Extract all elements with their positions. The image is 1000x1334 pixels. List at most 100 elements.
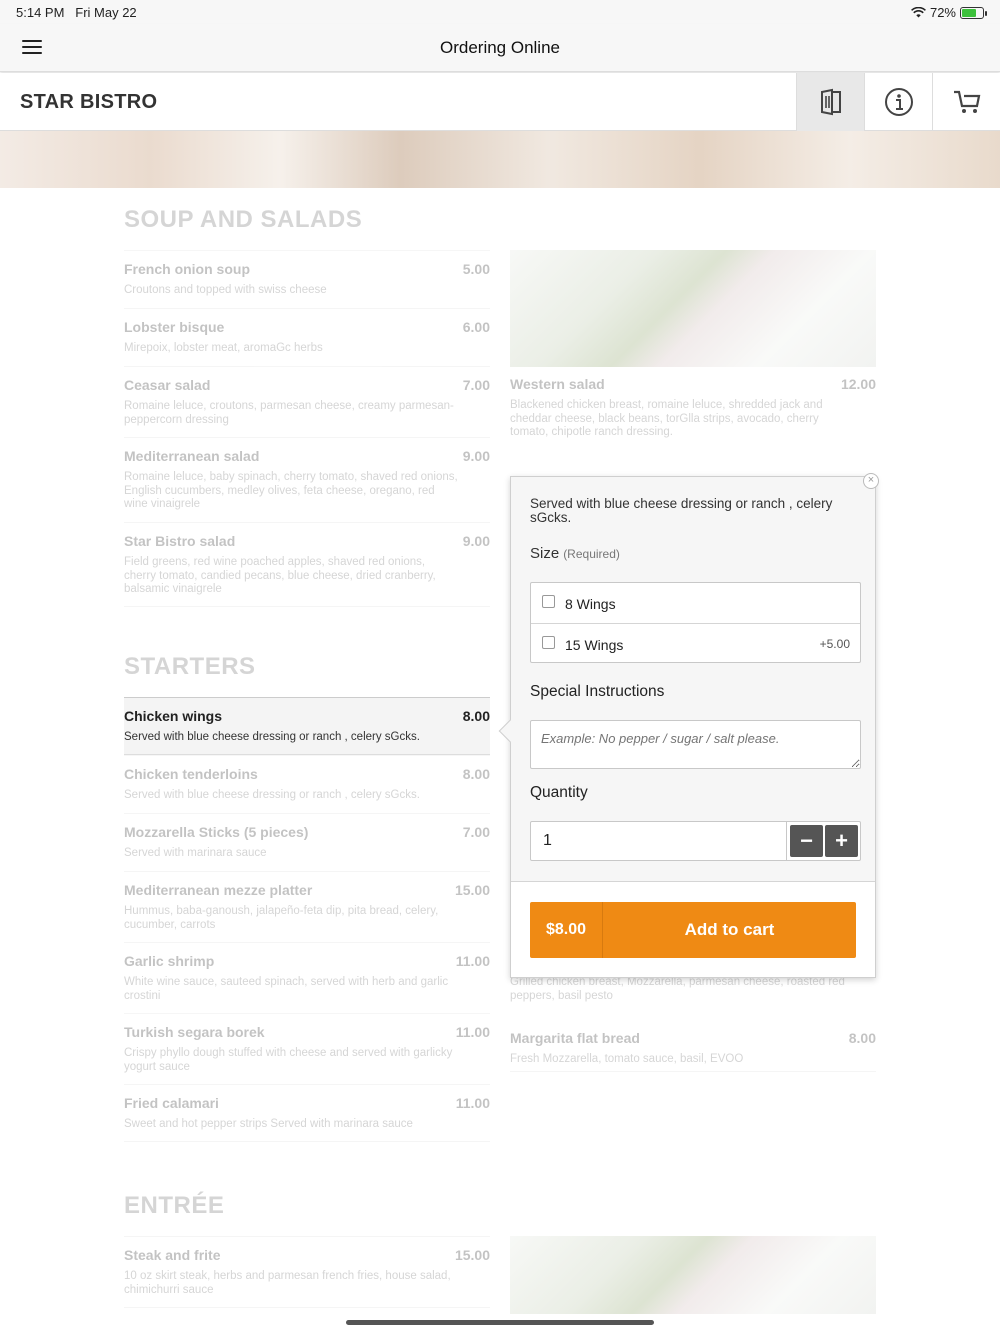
tab-info[interactable] <box>864 73 932 131</box>
special-instructions-label: Special Instructions <box>530 683 665 700</box>
item-desc: Croutons and topped with swiss cheese <box>124 284 327 296</box>
add-to-cart-label: Add to cart <box>684 920 775 939</box>
option-price: +5.00 <box>819 637 850 651</box>
item-price: 8.00 <box>462 708 490 724</box>
item-desc: Served with marinara sauce <box>124 847 267 859</box>
item-name: Steak and frite <box>124 1247 221 1263</box>
item-name: French onion soup <box>124 261 250 277</box>
divider <box>786 822 787 860</box>
nav-bar: Ordering Online <box>0 24 1000 72</box>
required-tag: (Required) <box>563 547 620 561</box>
item-price: 8.00 <box>462 766 490 782</box>
checkbox[interactable] <box>542 595 555 608</box>
section-title-soup: SOUP AND SALADS <box>124 206 363 233</box>
menu-item[interactable]: Lobster bisque 6.00 Mirepoix, lobster me… <box>124 308 490 366</box>
increment-button[interactable]: + <box>825 825 858 857</box>
steak-photo <box>510 1236 876 1314</box>
item-desc: White wine sauce, sauteed spinach, serve… <box>124 976 449 1002</box>
item-price: 12.00 <box>840 376 876 392</box>
item-price: 9.00 <box>462 448 490 464</box>
option-label: 15 Wings <box>565 637 624 653</box>
menu-item-selected[interactable]: Chicken wings 8.00 Served with blue chee… <box>124 697 490 755</box>
tab-menu[interactable] <box>796 73 864 131</box>
item-price: 7.00 <box>462 824 490 840</box>
restaurant-name: STAR BISTRO <box>20 91 158 113</box>
item-price: 9.00 <box>462 533 490 549</box>
menu-item[interactable]: Chicken tenderloins 8.00 Served with blu… <box>124 755 490 813</box>
size-label: Size (Required) <box>530 545 620 562</box>
item-price: 15.00 <box>454 882 490 898</box>
quantity-value[interactable]: 1 <box>543 832 552 850</box>
item-name: Mediterranean mezze platter <box>124 882 313 898</box>
size-options: 8 Wings 15 Wings +5.00 <box>530 582 861 663</box>
section-title-starters: STARTERS <box>124 653 256 680</box>
item-desc: Served with blue cheese dressing or ranc… <box>124 731 420 743</box>
item-desc: Mirepoix, lobster meat, aromaGc herbs <box>124 342 323 354</box>
item-name: Turkish segara borek <box>124 1024 265 1040</box>
wifi-icon <box>911 7 926 18</box>
battery-icon <box>960 6 987 19</box>
banner-image <box>0 131 1000 188</box>
menu-item[interactable]: Mediterranean mezze platter 15.00 Hummus… <box>124 871 490 942</box>
menu-item[interactable]: Turkish segara borek 11.00 Crispy phyllo… <box>124 1013 490 1084</box>
tab-cart[interactable] <box>932 73 1000 131</box>
close-icon[interactable]: × <box>863 473 879 489</box>
battery-percent: 72% <box>929 5 956 20</box>
restaurant-header: STAR BISTRO <box>0 73 1000 131</box>
item-price: 8.00 <box>848 1030 876 1046</box>
item-name: Mozzarella Sticks (5 pieces) <box>124 824 309 840</box>
status-time: 5:14 PM Fri May 22 <box>16 5 137 20</box>
menu-book-icon <box>820 88 841 116</box>
info-icon <box>884 88 913 116</box>
size-option-8-wings[interactable]: 8 Wings <box>531 583 860 623</box>
menu-item[interactable]: Mediterranean salad 9.00 Romaine leluce,… <box>124 437 490 522</box>
item-price: 11.00 <box>455 1024 490 1040</box>
menu-item[interactable]: Western salad 12.00 Blackened chicken br… <box>510 366 876 454</box>
special-instructions-input[interactable] <box>530 720 861 769</box>
home-indicator[interactable] <box>346 1320 654 1325</box>
item-name: Star Bistro salad <box>124 533 236 549</box>
option-label: 8 Wings <box>565 596 616 612</box>
item-name: Western salad <box>510 376 605 392</box>
item-price: 6.00 <box>462 319 490 335</box>
item-name: Ceasar salad <box>124 377 211 393</box>
checkbox[interactable] <box>542 636 555 649</box>
item-desc: Romaine leluce, baby spinach, cherry tom… <box>124 471 458 510</box>
item-desc: Crispy phyllo dough stuffed with cheese … <box>124 1047 453 1073</box>
item-desc: Romaine leluce, croutons, parmesan chees… <box>124 400 454 426</box>
item-description: Served with blue cheese dressing or ranc… <box>530 496 833 525</box>
menu-item[interactable]: Ceasar salad 7.00 Romaine leluce, crouto… <box>124 366 490 437</box>
menu-item[interactable]: Garlic shrimp 11.00 White wine sauce, sa… <box>124 942 490 1013</box>
salad-photo <box>510 250 876 367</box>
decrement-button[interactable]: − <box>790 825 823 857</box>
item-price: 11.00 <box>455 953 490 969</box>
menu-item[interactable]: Fried calamari 11.00 Sweet and hot peppe… <box>124 1084 490 1142</box>
item-name: Lobster bisque <box>124 319 225 335</box>
item-desc: Field greens, red wine poached apples, s… <box>124 556 436 595</box>
item-desc: Grilled chicken breast, Mozzarella, parm… <box>510 976 845 1002</box>
item-name: Garlic shrimp <box>124 953 215 969</box>
item-desc: 10 oz skirt steak, herbs and parmesan fr… <box>124 1270 451 1296</box>
status-bar: 5:14 PM Fri May 22 72% <box>0 0 1000 24</box>
item-name: Chicken tenderloins <box>124 766 258 782</box>
item-price: 15.00 <box>454 1247 490 1263</box>
menu-item[interactable]: French onion soup 5.00 Croutons and topp… <box>124 250 490 308</box>
item-name: Fried calamari <box>124 1095 219 1111</box>
item-price: 7.00 <box>462 377 490 393</box>
item-price: 11.00 <box>455 1095 490 1111</box>
item-desc: Sweet and hot pepper strips Served with … <box>124 1118 413 1130</box>
menu-item[interactable]: Mozzarella Sticks (5 pieces) 7.00 Served… <box>124 813 490 871</box>
add-to-cart-button[interactable]: $8.00 Add to cart <box>530 902 856 958</box>
size-option-15-wings[interactable]: 15 Wings +5.00 <box>531 623 860 663</box>
popover-footer: $8.00 Add to cart <box>511 881 875 977</box>
item-desc: Fresh Mozzarella, tomato sauce, basil, E… <box>510 1053 744 1065</box>
nav-title: Ordering Online <box>439 38 560 57</box>
header-tabs <box>796 73 1000 131</box>
item-price: 5.00 <box>462 261 490 277</box>
menu-item[interactable]: Margarita flat bread 8.00 Fresh Mozzarel… <box>510 1020 876 1072</box>
section-title-entree: ENTRÉE <box>124 1192 225 1219</box>
item-name: Chicken wings <box>124 708 223 724</box>
menu-item[interactable]: Star Bistro salad 9.00 Field greens, red… <box>124 522 490 607</box>
menu-item[interactable]: Steak and frite 15.00 10 oz skirt steak,… <box>124 1236 490 1308</box>
item-options-popover: × Served with blue cheese dressing or ra… <box>498 473 879 978</box>
